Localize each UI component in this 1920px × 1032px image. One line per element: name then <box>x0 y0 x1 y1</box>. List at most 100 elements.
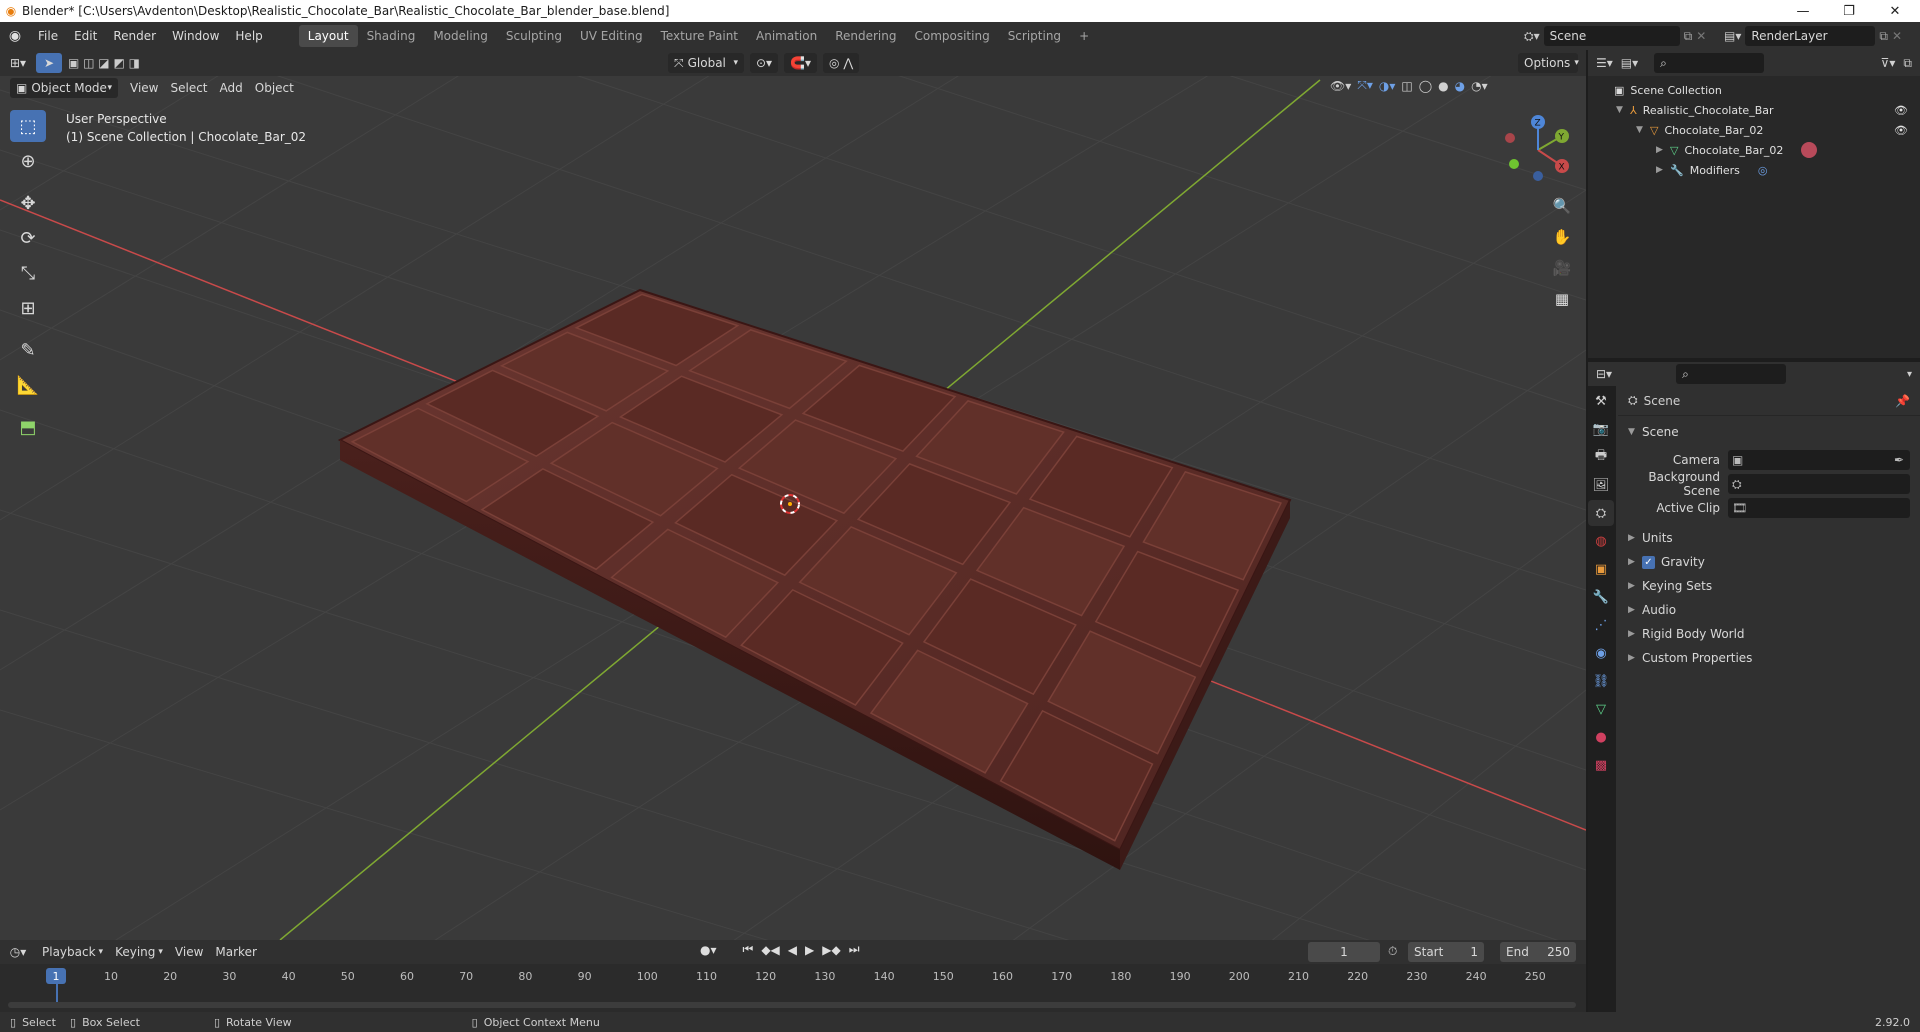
chocolate-bar-object[interactable] <box>337 288 1292 870</box>
snap-icon[interactable]: 🧲▾ <box>784 53 818 73</box>
texture-tab-icon[interactable]: ▩ <box>1588 752 1614 778</box>
chevron-down-icon[interactable]: ▾ <box>1907 369 1912 380</box>
gravity-panel-header[interactable]: ▶ ✓ Gravity <box>1618 550 1920 574</box>
viewport-menu-select[interactable]: Select <box>164 78 213 98</box>
view-layer-selector[interactable]: RenderLayer <box>1745 26 1876 46</box>
solid-shading-icon[interactable]: ● <box>1438 79 1448 93</box>
zoom-icon[interactable]: 🔍 <box>1548 192 1576 220</box>
tab-shading[interactable]: Shading <box>358 25 425 47</box>
object-tab-icon[interactable]: ▣ <box>1588 556 1614 582</box>
expand-triangle-icon[interactable]: ▶ <box>1656 165 1670 175</box>
view-layer-tab-icon[interactable]: 🖼 <box>1588 472 1614 498</box>
tab-sculpting[interactable]: Sculpting <box>497 25 571 47</box>
wireframe-shading-icon[interactable]: ◯ <box>1419 79 1432 93</box>
add-cube-tool-icon[interactable]: ⬒ <box>10 411 46 443</box>
material-icon[interactable] <box>1801 142 1818 158</box>
timeline-menu-playback[interactable]: Playback ▾ <box>36 942 109 962</box>
proportional-editing-icon[interactable]: ◎ ⋀ <box>823 53 860 73</box>
3d-viewport[interactable]: ⊞▾ ➤ ▣ ◫ ◪ ◩ ◨ ⤧ Global ▾ ⊙▾ 🧲▾ ◎ ⋀ Opti… <box>0 50 1586 940</box>
world-tab-icon[interactable]: ◍ <box>1588 528 1614 554</box>
play-icon[interactable]: ▶ <box>805 943 814 957</box>
record-keyframe-icon[interactable]: ●▾ <box>700 943 717 957</box>
viewport-menu-add[interactable]: Add <box>214 78 249 98</box>
active-clip-field[interactable]: 🎞 <box>1728 498 1910 518</box>
display-mode-icon[interactable]: ▤▾ <box>1621 56 1638 70</box>
outliner-item-realistic-chocolate-bar[interactable]: ▼ ⅄ Realistic_Chocolate_Bar 👁 <box>1588 100 1920 120</box>
play-reverse-icon[interactable]: ◀ <box>788 943 797 957</box>
keying-sets-panel-header[interactable]: ▶ Keying Sets <box>1618 574 1920 598</box>
custom-properties-panel-header[interactable]: ▶ Custom Properties <box>1618 646 1920 670</box>
transform-tool-icon[interactable]: ⊞ <box>10 292 46 324</box>
new-view-layer-icon[interactable]: ⧉ <box>1879 29 1888 44</box>
camera-field[interactable]: ▣ ✒ <box>1728 450 1910 470</box>
menu-help[interactable]: Help <box>227 25 270 47</box>
outliner-editor-type-icon[interactable]: ☰▾ <box>1596 56 1613 70</box>
expand-triangle-icon[interactable]: ▼ <box>1636 125 1650 135</box>
measure-tool-icon[interactable]: 📐 <box>10 369 46 401</box>
blender-menu-icon[interactable]: ◉ <box>0 28 30 44</box>
close-window-button[interactable]: ✕ <box>1872 0 1918 22</box>
outliner-search-input[interactable]: ⌕ <box>1654 53 1765 73</box>
filter-icon[interactable]: ⊽▾ <box>1881 56 1896 70</box>
scale-tool-icon[interactable]: ⤡ <box>10 257 46 289</box>
pivot-point-icon[interactable]: ⊙▾ <box>750 53 779 73</box>
jump-start-icon[interactable]: ⏮ <box>743 942 754 957</box>
units-panel-header[interactable]: ▶ Units <box>1618 526 1920 550</box>
expand-triangle-icon[interactable]: ▼ <box>1616 105 1630 115</box>
select-box-tool-icon[interactable]: ⬚ <box>10 110 46 142</box>
pin-icon[interactable]: 📌 <box>1895 394 1910 408</box>
constraints-tab-icon[interactable]: ⛓ <box>1588 668 1614 694</box>
menu-window[interactable]: Window <box>164 25 227 47</box>
jump-keyframe-back-icon[interactable]: ◆◀ <box>761 943 779 957</box>
tab-scripting[interactable]: Scripting <box>999 25 1070 47</box>
mode-dropdown[interactable]: ▣ Object Mode ▾ <box>10 78 118 98</box>
tab-compositing[interactable]: Compositing <box>905 25 998 47</box>
menu-edit[interactable]: Edit <box>66 25 105 47</box>
maximize-button[interactable]: ❐ <box>1826 0 1872 22</box>
timeline-scrollbar[interactable] <box>8 1002 1576 1008</box>
rotate-tool-icon[interactable]: ⟳ <box>10 222 46 254</box>
expand-triangle-icon[interactable]: ▶ <box>1656 145 1670 155</box>
gravity-checkbox[interactable]: ✓ <box>1642 555 1655 569</box>
overlays-icon[interactable]: ◑▾ <box>1379 79 1396 93</box>
tab-rendering[interactable]: Rendering <box>826 25 905 47</box>
properties-search-input[interactable]: ⌕ <box>1676 364 1787 384</box>
background-scene-field[interactable]: ⛭ <box>1728 474 1910 494</box>
minimize-button[interactable]: — <box>1780 0 1826 22</box>
viewport-menu-object[interactable]: Object <box>249 78 300 98</box>
editor-type-icon[interactable]: ⊞▾ <box>0 53 36 73</box>
tab-modeling[interactable]: Modeling <box>424 25 497 47</box>
scene-icon[interactable]: ⛭▾ <box>1524 29 1540 44</box>
scene-selector[interactable]: Scene <box>1543 26 1680 46</box>
select-tool-mode-icon[interactable]: ➤ <box>36 53 62 73</box>
jump-keyframe-forward-icon[interactable]: ▶◆ <box>822 943 840 957</box>
properties-editor-type-icon[interactable]: ⊟▾ <box>1596 367 1612 381</box>
menu-file[interactable]: File <box>30 25 66 47</box>
outliner-item-modifiers[interactable]: ▶ 🔧 Modifiers ◎ <box>1588 160 1920 180</box>
timeline-menu-view[interactable]: View <box>169 942 209 962</box>
end-frame-field[interactable]: End 250 <box>1500 942 1576 962</box>
tab-texture-paint[interactable]: Texture Paint <box>652 25 747 47</box>
material-tab-icon[interactable]: ● <box>1588 724 1614 750</box>
pan-hand-icon[interactable]: ✋ <box>1548 223 1576 251</box>
playhead-frame[interactable]: 1 <box>46 968 66 984</box>
camera-view-icon[interactable]: 🎥 <box>1548 254 1576 282</box>
ortho-grid-icon[interactable]: ▦ <box>1548 285 1576 313</box>
move-tool-icon[interactable]: ✥ <box>10 187 46 219</box>
rigid-body-world-panel-header[interactable]: ▶ Rigid Body World <box>1618 622 1920 646</box>
options-dropdown[interactable]: Options ▾ <box>1518 53 1579 73</box>
cursor-tool-icon[interactable]: ⊕ <box>10 145 46 177</box>
delete-scene-icon[interactable]: ✕ <box>1696 29 1706 43</box>
timeline-menu-marker[interactable]: Marker <box>209 942 262 962</box>
outliner-item-chocolate-bar-object[interactable]: ▼ ▽ Chocolate_Bar_02 👁 <box>1588 120 1920 140</box>
view-layer-icon[interactable]: ▤▾ <box>1724 29 1741 43</box>
timeline-editor-type-icon[interactable]: ◷▾ <box>0 942 36 962</box>
timeline-ruler[interactable]: 1 10 20 30 40 50 60 70 80 90 100 110 120 130 140 150 16… <box>0 964 1586 1012</box>
eyedropper-icon[interactable]: ✒ <box>1894 453 1904 467</box>
modifier-tab-icon[interactable]: 🔧 <box>1588 584 1614 610</box>
delete-view-layer-icon[interactable]: ✕ <box>1892 29 1902 43</box>
menu-render[interactable]: Render <box>105 25 164 47</box>
rendered-shading-icon[interactable]: ◔▾ <box>1471 79 1488 93</box>
selection-mode-icons[interactable]: ▣ ◫ ◪ ◩ ◨ <box>62 53 146 73</box>
tab-animation[interactable]: Animation <box>747 25 826 47</box>
